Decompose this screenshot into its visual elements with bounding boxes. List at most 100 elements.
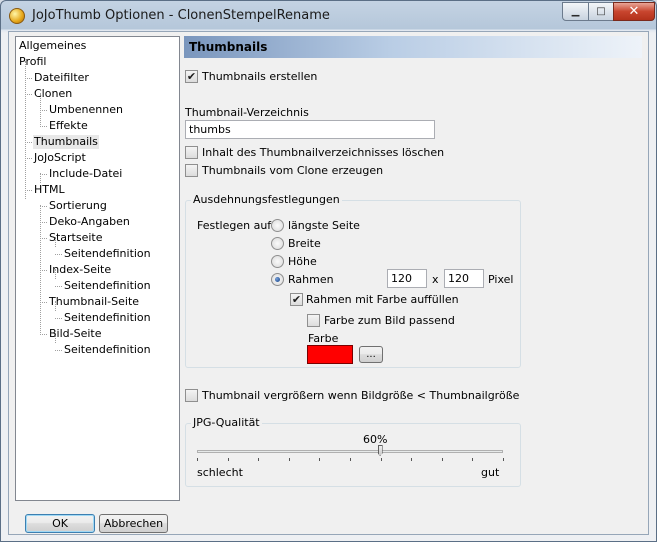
sunflower-app-icon xyxy=(9,8,25,24)
tree-item-bild-seitendefinition[interactable]: Seitendefinition xyxy=(63,343,152,357)
radio-frame[interactable] xyxy=(271,273,284,286)
tree-item-profil[interactable]: Profil xyxy=(18,55,47,69)
frame-height-input[interactable] xyxy=(444,269,484,288)
radio-selected-dot xyxy=(275,277,280,282)
tree-connector xyxy=(40,334,47,335)
tree-connector xyxy=(25,190,32,191)
color-swatch[interactable] xyxy=(307,345,353,364)
tree-item-startseite[interactable]: Startseite xyxy=(48,231,104,245)
tree-item-umbenennen[interactable]: Umbenennen xyxy=(48,103,124,117)
pixel-unit-label: Pixel xyxy=(488,273,514,286)
radio-width[interactable] xyxy=(271,237,284,250)
tree-item-index-seitendefinition[interactable]: Seitendefinition xyxy=(63,279,152,293)
set-on-label: Festlegen auf xyxy=(197,219,272,232)
tree-item-effekte[interactable]: Effekte xyxy=(48,119,89,133)
delete-contents-checkbox[interactable] xyxy=(185,146,198,159)
thumbnail-directory-label: Thumbnail-Verzeichnis xyxy=(185,106,309,119)
create-thumbnails-label: Thumbnails erstellen xyxy=(202,70,318,83)
tree-connector xyxy=(25,142,32,143)
tree-item-thumbnails[interactable]: Thumbnails xyxy=(33,135,99,149)
delete-contents-label: Inhalt des Thumbnailverzeichnisses lösch… xyxy=(202,146,445,159)
tree-item-jojoscript[interactable]: JoJoScript xyxy=(33,151,87,165)
slider-tick xyxy=(503,458,504,461)
options-tree[interactable]: Allgemeines Profil Dateifilter Clonen Um… xyxy=(15,36,180,501)
slider-tick xyxy=(472,458,474,461)
tree-connector xyxy=(25,61,26,199)
title-bar[interactable]: JoJoThumb Optionen - ClonenStempelRename… xyxy=(1,1,656,31)
tree-connector xyxy=(40,206,47,207)
quality-max-label: gut xyxy=(481,466,500,479)
jpg-quality-group-title: JPG-Qualität xyxy=(191,416,262,429)
tree-connector xyxy=(55,318,62,319)
color-matches-image-checkbox[interactable] xyxy=(307,314,320,327)
radio-height[interactable] xyxy=(271,255,284,268)
slider-tick xyxy=(197,458,198,461)
radio-longest-side[interactable] xyxy=(271,219,284,232)
tree-item-include-datei[interactable]: Include-Datei xyxy=(48,167,123,181)
tree-connector xyxy=(25,94,32,95)
tree-item-sortierung[interactable]: Sortierung xyxy=(48,199,108,213)
thumbnails-panel: Thumbnails ✔ Thumbnails erstellen Thumbn… xyxy=(184,36,644,506)
window-title: JoJoThumb Optionen - ClonenStempelRename xyxy=(32,8,330,23)
tree-item-allgemeines[interactable]: Allgemeines xyxy=(18,39,87,53)
options-window: JoJoThumb Optionen - ClonenStempelRename… xyxy=(0,0,657,542)
slider-tick xyxy=(288,458,290,461)
ok-button[interactable]: OK xyxy=(25,514,95,533)
enlarge-thumbnail-checkbox[interactable] xyxy=(185,389,198,402)
dimensions-group-title: Ausdehnungsfestlegungen xyxy=(191,193,342,206)
tree-item-deko-angaben[interactable]: Deko-Angaben xyxy=(48,215,131,229)
color-picker-button[interactable]: ... xyxy=(359,346,383,363)
tree-item-clonen[interactable]: Clonen xyxy=(33,87,73,101)
tree-connector xyxy=(40,270,47,271)
tree-connector xyxy=(55,350,62,351)
create-thumbnails-checkbox[interactable]: ✔ xyxy=(185,70,198,83)
slider-tick xyxy=(441,458,443,461)
color-label: Farbe xyxy=(308,332,339,345)
tree-connector xyxy=(40,110,47,111)
tree-connector xyxy=(25,158,32,159)
radio-height-label: Höhe xyxy=(288,255,317,268)
tree-connector xyxy=(25,78,32,79)
dialog-client-area: Allgemeines Profil Dateifilter Clonen Um… xyxy=(8,31,649,535)
radio-frame-label: Rahmen xyxy=(288,273,334,286)
tree-item-thumbnail-seite[interactable]: Thumbnail-Seite xyxy=(48,295,140,309)
frame-width-input[interactable] xyxy=(387,269,427,288)
times-sign: x xyxy=(432,273,439,286)
tree-connector xyxy=(40,238,47,239)
jpg-quality-value: 60% xyxy=(363,433,388,446)
slider-tick xyxy=(411,458,413,461)
tree-item-bild-seite[interactable]: Bild-Seite xyxy=(48,327,103,341)
tree-item-dateifilter[interactable]: Dateifilter xyxy=(33,71,90,85)
color-matches-image-label: Farbe zum Bild passend xyxy=(324,314,455,327)
enlarge-thumbnail-label: Thumbnail vergrößern wenn Bildgröße < Th… xyxy=(202,389,520,402)
close-button[interactable]: ✕ xyxy=(613,2,655,21)
maximize-button[interactable]: □ xyxy=(588,2,614,21)
tree-connector xyxy=(40,222,47,223)
from-clone-label: Thumbnails vom Clone erzeugen xyxy=(202,164,384,177)
panel-title: Thumbnails xyxy=(184,36,642,58)
slider-tick xyxy=(227,458,229,461)
frame-with-color-label: Rahmen mit Farbe auffüllen xyxy=(306,293,459,306)
tree-connector xyxy=(55,254,62,255)
tree-connector xyxy=(40,174,47,175)
minimize-button[interactable]: ▁ xyxy=(562,2,589,21)
tree-connector xyxy=(55,286,62,287)
cancel-button[interactable]: Abbrechen xyxy=(99,514,168,533)
tree-item-thumbnail-seitendefinition[interactable]: Seitendefinition xyxy=(63,311,152,325)
slider-tick xyxy=(350,458,351,461)
tree-connector xyxy=(40,126,47,127)
tree-item-html[interactable]: HTML xyxy=(33,183,66,197)
tree-connector xyxy=(40,302,47,303)
tree-item-startseite-seitendefinition[interactable]: Seitendefinition xyxy=(63,247,152,261)
radio-longest-side-label: längste Seite xyxy=(288,219,360,232)
quality-min-label: schlecht xyxy=(197,466,243,479)
tree-item-index-seite[interactable]: Index-Seite xyxy=(48,263,112,277)
radio-width-label: Breite xyxy=(288,237,321,250)
frame-with-color-checkbox[interactable]: ✔ xyxy=(290,293,303,306)
slider-tick xyxy=(380,458,382,461)
thumbnail-directory-input[interactable] xyxy=(185,120,435,139)
jpg-quality-slider-track[interactable] xyxy=(197,450,503,453)
slider-tick xyxy=(319,458,321,461)
slider-tick xyxy=(258,458,260,461)
from-clone-checkbox[interactable] xyxy=(185,164,198,177)
